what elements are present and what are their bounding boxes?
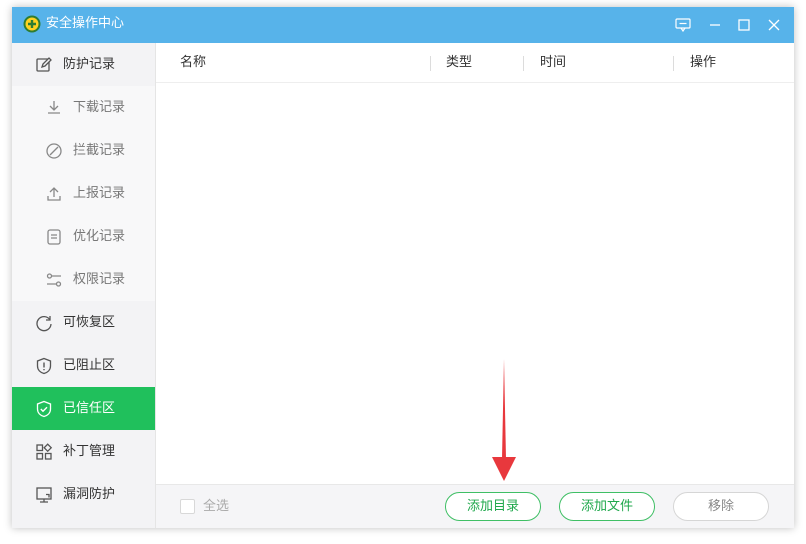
download-icon xyxy=(45,99,63,117)
annotation-arrow-icon xyxy=(492,359,516,481)
sidebar-item-download-records[interactable]: 下载记录 xyxy=(12,86,155,129)
title-bar: 安全操作中心 xyxy=(12,7,794,43)
feedback-icon[interactable] xyxy=(670,13,696,37)
sidebar-item-report-records[interactable]: 上报记录 xyxy=(12,172,155,215)
column-header-time[interactable]: 时间 xyxy=(540,55,566,71)
sidebar-item-block-records[interactable]: 拦截记录 xyxy=(12,129,155,172)
sidebar-item-label: 防护记录 xyxy=(63,57,116,72)
column-header-action[interactable]: 操作 xyxy=(690,55,716,71)
add-directory-button[interactable]: 添加目录 xyxy=(445,492,541,521)
sidebar-item-label: 漏洞防护 xyxy=(63,487,116,502)
block-icon xyxy=(45,142,63,160)
sidebar-item-trusted[interactable]: 已信任区 xyxy=(12,387,155,430)
maximize-icon[interactable] xyxy=(731,13,757,37)
sidebar-item-label: 优化记录 xyxy=(73,229,126,244)
trusted-zone-panel: 名称 类型 时间 操作 全选 添加目录 添加文件 移除 xyxy=(156,43,794,528)
sliders-icon xyxy=(45,271,63,289)
sidebar-item-patch-management[interactable]: 补丁管理 xyxy=(12,430,155,473)
refresh-icon xyxy=(35,314,53,332)
app-title: 安全操作中心 xyxy=(46,16,125,31)
shield-check-icon xyxy=(35,400,53,418)
app-logo-icon xyxy=(23,15,41,33)
document-icon xyxy=(45,228,63,246)
footer-bar: 全选 添加目录 添加文件 移除 xyxy=(156,484,794,528)
sidebar-item-protection-records[interactable]: 防护记录 xyxy=(12,43,155,86)
sidebar-item-permission-records[interactable]: 权限记录 xyxy=(12,258,155,301)
upload-icon xyxy=(45,185,63,203)
select-all-checkbox[interactable] xyxy=(180,499,195,514)
table-header: 名称 类型 时间 操作 xyxy=(156,43,794,83)
sidebar: 防护记录 下载记录 拦截记录 上报记录 优化记录 权限记录 可恢复区 已阻止区 … xyxy=(12,43,156,528)
sidebar-item-label: 已信任区 xyxy=(63,401,116,416)
security-center-window: 安全操作中心 防护记录 下载记录 拦截记录 上报记录 优化记录 权限记录 可恢复… xyxy=(12,7,794,528)
remove-button[interactable]: 移除 xyxy=(673,492,769,521)
sidebar-item-vulnerability-protection[interactable]: 漏洞防护 xyxy=(12,473,155,516)
column-header-type[interactable]: 类型 xyxy=(446,55,472,71)
sidebar-item-recoverable[interactable]: 可恢复区 xyxy=(12,301,155,344)
close-icon[interactable] xyxy=(761,13,787,37)
apps-grid-icon xyxy=(35,443,53,461)
monitor-icon xyxy=(35,486,53,504)
sidebar-item-label: 下载记录 xyxy=(73,100,126,115)
sidebar-item-blocked[interactable]: 已阻止区 xyxy=(12,344,155,387)
sidebar-item-optimize-records[interactable]: 优化记录 xyxy=(12,215,155,258)
sidebar-item-label: 上报记录 xyxy=(73,186,126,201)
sidebar-item-label: 权限记录 xyxy=(73,272,126,287)
column-header-name[interactable]: 名称 xyxy=(180,55,206,71)
minimize-icon[interactable] xyxy=(702,13,728,37)
column-divider xyxy=(673,56,674,71)
sidebar-item-label: 拦截记录 xyxy=(73,143,126,158)
sidebar-item-label: 已阻止区 xyxy=(63,358,116,373)
table-body xyxy=(156,84,794,484)
sidebar-item-label: 可恢复区 xyxy=(63,315,116,330)
column-divider xyxy=(523,56,524,71)
shield-alert-icon xyxy=(35,357,53,375)
column-divider xyxy=(430,56,431,71)
select-all-label[interactable]: 全选 xyxy=(203,498,229,515)
sidebar-item-label: 补丁管理 xyxy=(63,444,116,459)
edit-icon xyxy=(35,56,53,74)
add-file-button[interactable]: 添加文件 xyxy=(559,492,655,521)
